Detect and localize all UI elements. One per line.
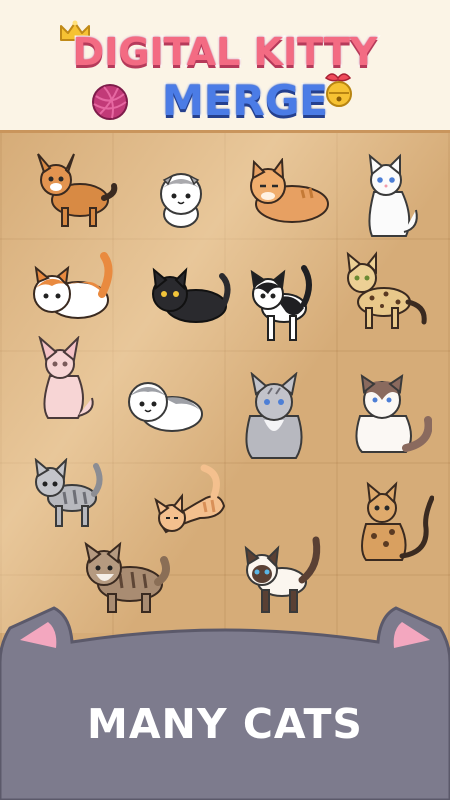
- feature-caption: MANY CATS: [87, 700, 363, 748]
- ragdoll-cat[interactable]: [348, 372, 432, 456]
- black-lying-cat[interactable]: [144, 264, 232, 328]
- scottish-fold-gray-cat[interactable]: [150, 168, 212, 230]
- black-white-cat[interactable]: [246, 264, 318, 344]
- orange-stretching-cat[interactable]: [150, 460, 232, 540]
- gray-fold-lying-cat[interactable]: [124, 372, 208, 436]
- maine-coon-cat[interactable]: [236, 372, 312, 462]
- bengal-cat[interactable]: [342, 250, 428, 330]
- title-banner: DIGITAL KITTY MERGE: [0, 0, 450, 133]
- yarn-ball-icon: [92, 84, 128, 120]
- game-title-line1: DIGITAL KITTY: [71, 29, 379, 76]
- game-title-line2: MERGE: [161, 75, 330, 127]
- orange-white-lying-cat[interactable]: [28, 250, 114, 326]
- sphynx-cat[interactable]: [34, 336, 100, 422]
- bell-icon: [324, 73, 352, 107]
- orange-lying-cat[interactable]: [242, 158, 332, 228]
- spotted-bengal-sitting-cat[interactable]: [352, 480, 434, 564]
- caracal-cat[interactable]: [28, 152, 120, 232]
- white-sitting-cat[interactable]: [356, 152, 422, 240]
- tabby-gray-cat[interactable]: [30, 458, 104, 530]
